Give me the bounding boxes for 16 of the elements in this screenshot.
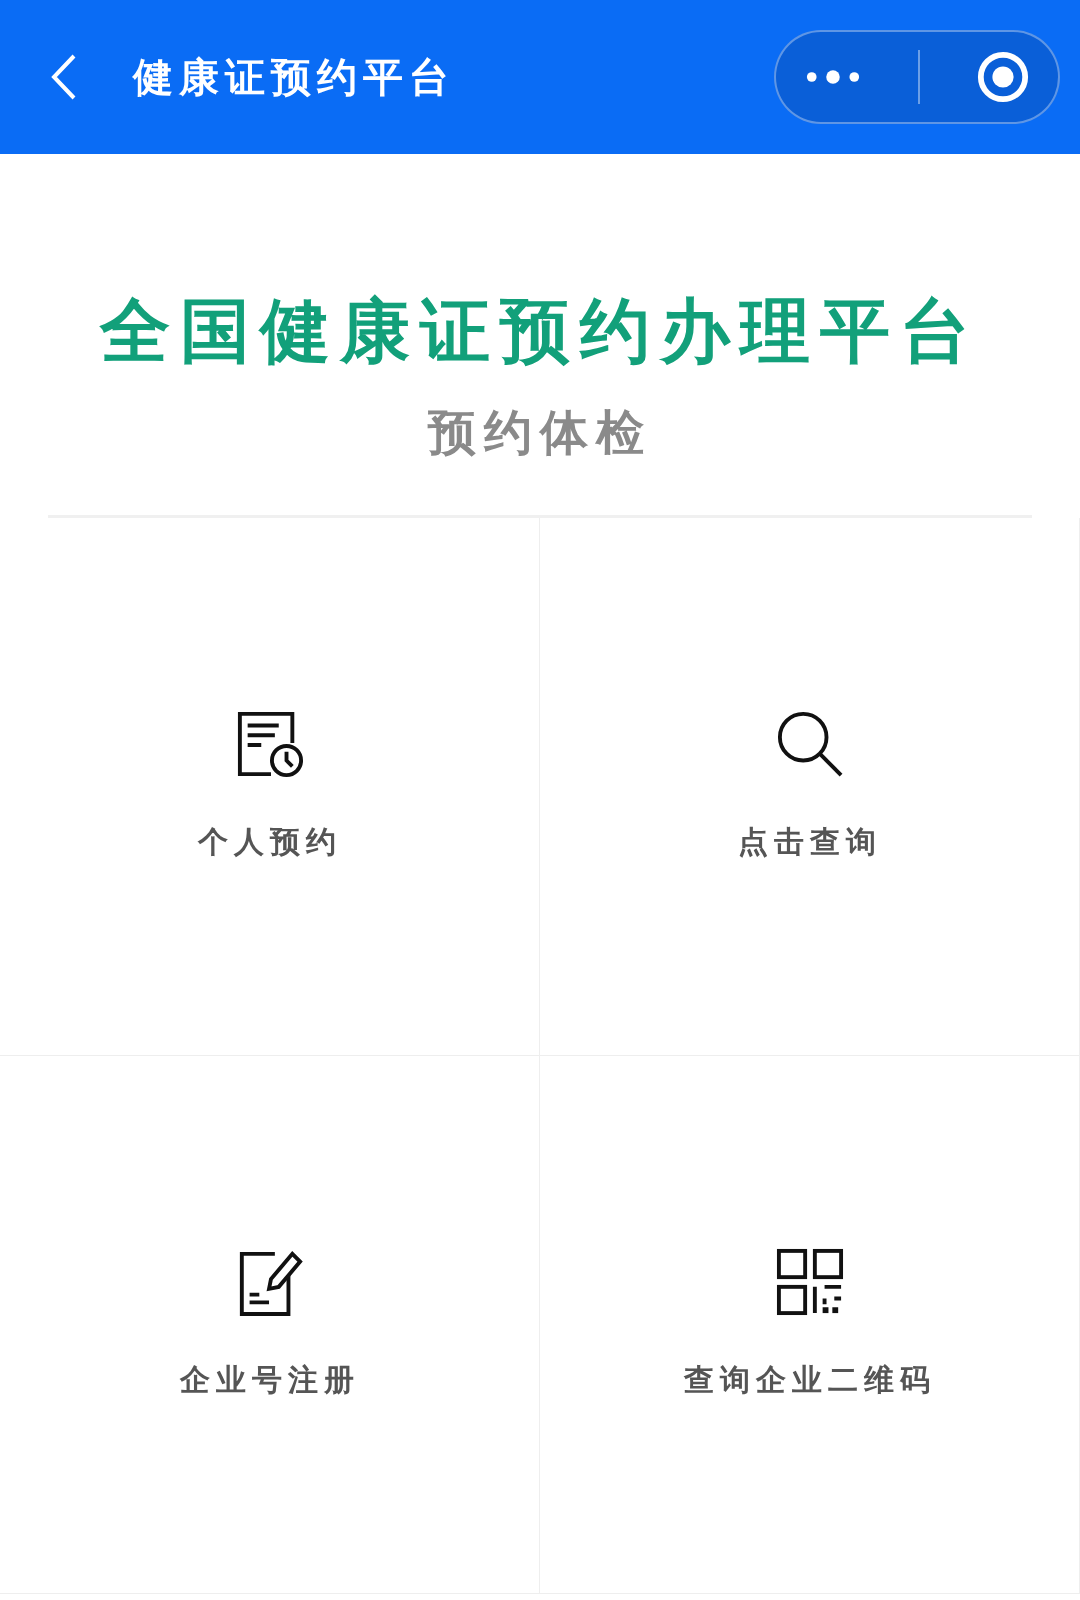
search-icon <box>775 710 844 778</box>
tile-label: 企业号注册 <box>179 1361 360 1399</box>
tile-label: 个人预约 <box>197 823 342 861</box>
close-target-icon[interactable] <box>976 50 1030 104</box>
menu-tile[interactable]: 企业号注册 <box>0 1056 540 1594</box>
platform-subtitle: 预约体检 <box>428 403 652 462</box>
tile-label: 查询企业二维码 <box>683 1361 936 1399</box>
qr-code-icon <box>775 1248 844 1316</box>
platform-title: 全国健康证预约办理平台 <box>100 289 980 374</box>
menu-tile[interactable]: 个人预约 <box>0 518 540 1056</box>
menu-tile[interactable]: 点击查询 <box>540 518 1080 1056</box>
document-clock-icon <box>235 710 304 778</box>
menu-tile[interactable]: 查询企业二维码 <box>540 1056 1080 1594</box>
nav-title: 健康证预约平台 <box>133 52 456 102</box>
tile-label: 点击查询 <box>737 823 882 861</box>
more-icon[interactable] <box>804 69 862 85</box>
